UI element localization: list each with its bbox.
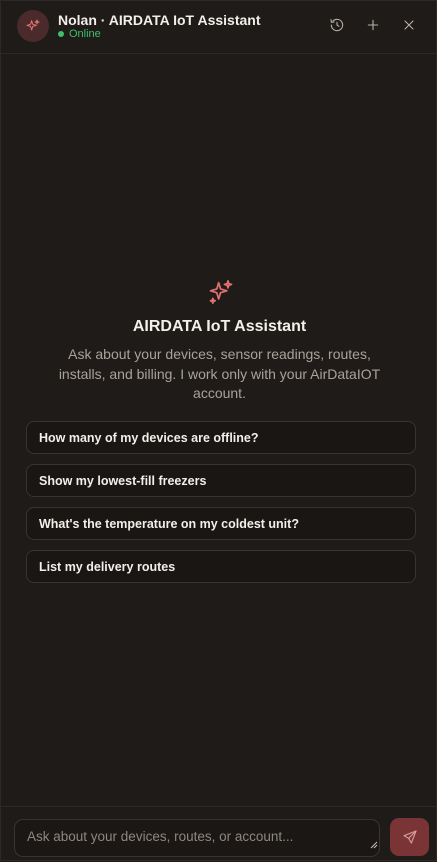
sparkle-icon — [26, 19, 40, 31]
new-chat-button[interactable] — [361, 13, 385, 37]
suggestion-chip[interactable]: List my delivery routes — [26, 550, 416, 583]
suggestion-chip[interactable]: What's the temperature on my coldest uni… — [26, 507, 416, 540]
history-button[interactable] — [325, 13, 349, 37]
online-status: Online — [58, 28, 101, 40]
status-dot — [58, 31, 64, 37]
close-icon — [404, 20, 414, 30]
history-icon — [330, 18, 344, 32]
status-text: Online — [69, 28, 101, 40]
suggestion-chip[interactable]: How many of my devices are offline? — [26, 421, 416, 454]
chat-header: Nolan · AIRDATA IoT Assistant Online — [1, 1, 437, 54]
send-icon — [402, 830, 417, 844]
resize-handle-icon[interactable] — [370, 841, 378, 849]
empty-state-title: AIRDATA IoT Assistant — [132, 318, 307, 335]
sparkle-icon — [209, 280, 233, 304]
close-button[interactable] — [397, 13, 421, 37]
send-button[interactable] — [390, 818, 429, 856]
chat-title: Nolan · AIRDATA IoT Assistant — [58, 12, 261, 28]
empty-state-description: Ask about your devices, sensor readings,… — [58, 346, 381, 401]
plus-icon — [367, 19, 379, 31]
assistant-panel: Nolan · AIRDATA IoT Assistant Online AIR… — [0, 0, 437, 861]
suggestion-chip[interactable]: Show my lowest-fill freezers — [26, 464, 416, 497]
assistant-avatar — [17, 10, 49, 42]
composer — [1, 806, 437, 862]
message-input[interactable] — [14, 819, 380, 857]
